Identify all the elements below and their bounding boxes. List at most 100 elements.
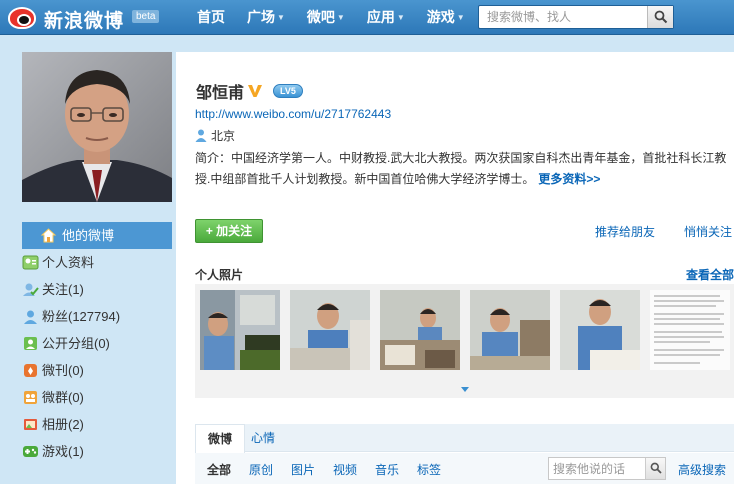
- level-badge[interactable]: LV5: [273, 84, 303, 98]
- filter-images[interactable]: 图片: [291, 461, 315, 478]
- photos-section-title: 个人照片: [195, 268, 244, 282]
- search-icon: [650, 462, 662, 474]
- follow-button[interactable]: + 加关注: [195, 219, 263, 243]
- sidebar-item-label: 公开分组(0): [42, 336, 110, 351]
- sidebar-item-his-weibo[interactable]: 他的微博: [22, 222, 172, 249]
- filter-tags[interactable]: 标签: [417, 461, 441, 478]
- sidebar-item-weikan[interactable]: 微刊(0): [22, 357, 172, 384]
- sidebar-item-label: 相册(2): [42, 417, 84, 432]
- feed-tabs: 微博 心情: [195, 424, 734, 453]
- beta-badge: beta: [132, 10, 160, 23]
- tab-weibo[interactable]: 微博: [195, 424, 246, 453]
- feed-search: [548, 457, 666, 480]
- sidebar-item-label: 游戏(1): [42, 444, 84, 459]
- album-icon: [24, 419, 37, 430]
- tab-mood[interactable]: 心情: [239, 424, 287, 453]
- nav-apps[interactable]: 应用 ▼: [356, 0, 416, 35]
- sidebar-item-following[interactable]: 关注(1): [22, 276, 172, 303]
- profile-name-row: 邹恒甫 LV5: [196, 80, 303, 102]
- photo-strip: [195, 284, 734, 398]
- sidebar-item-label: 粉丝(127794): [42, 309, 121, 324]
- location-row: 北京: [195, 127, 235, 144]
- nav-square[interactable]: 广场 ▼: [236, 0, 296, 35]
- feed-filter-bar: 全部 原创 图片 视频 音乐 标签 高级搜索: [195, 453, 734, 484]
- sidebar-item-album[interactable]: 相册(2): [22, 411, 172, 438]
- weiqun-icon: [24, 391, 37, 404]
- location-text: 北京: [211, 129, 236, 143]
- nav-games[interactable]: 游戏 ▼: [416, 0, 476, 35]
- secret-follow-link[interactable]: 悄悄关注: [684, 223, 732, 240]
- sidebar-item-fans[interactable]: 粉丝(127794): [22, 303, 172, 330]
- nav-apps-label: 应用: [366, 9, 395, 25]
- filter-videos[interactable]: 视频: [333, 461, 357, 478]
- chevron-down-icon: ▼: [336, 13, 345, 22]
- feed-search-button[interactable]: [645, 458, 665, 479]
- profile-url-link[interactable]: http://www.weibo.com/u/2717762443: [195, 107, 391, 121]
- sidebar-item-public-groups[interactable]: 公开分组(0): [22, 330, 172, 357]
- view-all-photos-link[interactable]: 查看全部: [686, 266, 734, 283]
- photo-thumbnail[interactable]: [290, 290, 370, 370]
- nav-weiba-label: 微吧: [306, 9, 335, 25]
- chevron-down-icon: ▼: [396, 13, 405, 22]
- follow-check-icon: [23, 283, 39, 296]
- nav-games-label: 游戏: [426, 9, 455, 25]
- global-search: [478, 5, 674, 29]
- magazine-icon: [24, 364, 37, 377]
- photo-image: [560, 290, 640, 370]
- nav-weiba[interactable]: 微吧 ▼: [296, 0, 356, 35]
- search-icon: [654, 10, 668, 24]
- group-icon: [24, 337, 37, 350]
- nav-square-label: 广场: [247, 9, 275, 25]
- sidebar-item-label: 微刊(0): [42, 363, 84, 378]
- main-nav: 首页 广场 ▼ 微吧 ▼ 应用 ▼ 游戏 ▼: [186, 0, 476, 35]
- advanced-search-link[interactable]: 高级搜索: [678, 461, 726, 478]
- fans-icon: [24, 310, 37, 324]
- photo-image: [200, 290, 280, 370]
- document-photo-image: [650, 290, 730, 370]
- photo-thumbnail[interactable]: [200, 290, 280, 370]
- sidebar-item-label: 个人资料: [42, 255, 95, 270]
- more-info-link[interactable]: 更多资料>>: [538, 172, 600, 186]
- photo-image: [380, 290, 460, 370]
- verified-v-icon[interactable]: [247, 84, 263, 98]
- feed-search-input[interactable]: [549, 458, 645, 479]
- expand-arrow-icon[interactable]: [461, 387, 469, 392]
- photo-thumbnail[interactable]: [380, 290, 460, 370]
- sidebar-item-label: 微群(0): [42, 390, 84, 405]
- profile-bio: 简介：中国经济学第一人。中财教授.武大北大教授。两次获国家自科杰出青年基金，首批…: [195, 148, 731, 190]
- chevron-down-icon: ▼: [456, 13, 465, 22]
- logo-text: 新浪微博: [44, 11, 125, 32]
- profile-main-panel: 邹恒甫 LV5 http://www.weibo.com/u/271776244…: [176, 52, 734, 484]
- profile-sidebar-nav: 他的微博 个人资料 关注(1) 粉丝(127794) 公开分组(0) 微刊(0)…: [22, 222, 172, 465]
- filter-all[interactable]: 全部: [207, 461, 231, 478]
- chevron-down-icon: ▼: [277, 13, 285, 22]
- photo-thumbnail[interactable]: [650, 290, 730, 370]
- game-icon: [23, 446, 38, 457]
- top-navigation-bar: 新浪微博 beta 首页 广场 ▼ 微吧 ▼ 应用 ▼ 游戏 ▼: [0, 0, 734, 35]
- photo-thumbnail[interactable]: [560, 290, 640, 370]
- global-search-input[interactable]: [479, 6, 647, 28]
- avatar[interactable]: [22, 52, 172, 202]
- photo-image: [470, 290, 550, 370]
- weibo-logo[interactable]: 新浪微博 beta: [4, 2, 174, 32]
- sidebar-item-profile[interactable]: 个人资料: [22, 249, 172, 276]
- filter-original[interactable]: 原创: [249, 461, 273, 478]
- profile-card-icon: [22, 255, 39, 270]
- nav-home-label: 首页: [197, 9, 225, 25]
- filter-music[interactable]: 音乐: [375, 461, 399, 478]
- bio-text: 简介：中国经济学第一人。中财教授.武大北大教授。两次获国家自科杰出青年基金，首批…: [195, 151, 727, 186]
- home-icon: [40, 228, 57, 243]
- sidebar-item-label: 关注(1): [42, 282, 84, 297]
- profile-name: 邹恒甫: [196, 85, 245, 102]
- global-search-button[interactable]: [647, 6, 673, 28]
- sidebar-item-label: 他的微博: [62, 228, 115, 243]
- recommend-to-friends-link[interactable]: 推荐给朋友: [595, 223, 655, 240]
- sidebar-item-weiqun[interactable]: 微群(0): [22, 384, 172, 411]
- avatar-photo: [22, 52, 172, 202]
- photo-image: [290, 290, 370, 370]
- sidebar-item-games[interactable]: 游戏(1): [22, 438, 172, 465]
- nav-home[interactable]: 首页: [186, 0, 236, 35]
- weibo-eye-icon: [8, 7, 36, 29]
- person-icon: [195, 129, 207, 142]
- photo-thumbnail[interactable]: [470, 290, 550, 370]
